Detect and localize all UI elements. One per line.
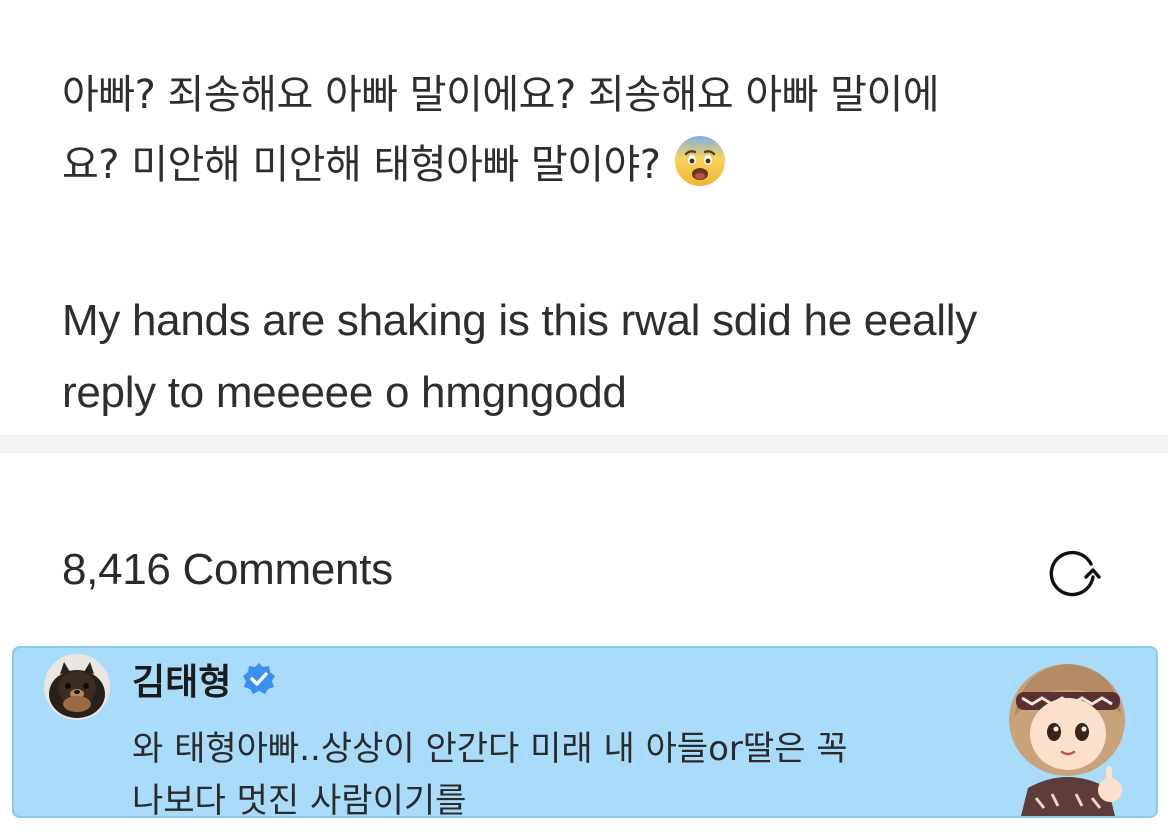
post-text-line: 요? 미안해 미안해 태형아빠 말이야? xyxy=(62,130,1122,200)
comment-author-row: 김태형 xyxy=(132,654,277,704)
comment-text-line: 나보다 멋진 사람이기를 xyxy=(132,781,467,818)
post-body: 아빠? 죄송해요 아빠 말이에요? 죄송해요 아빠 말이에 요? 미안해 미안해… xyxy=(62,60,1122,429)
avatar[interactable] xyxy=(44,654,110,720)
comment-text-line: 와 태형아빠..상상이 안간다 미래 내 아들or딸은 꼭 xyxy=(132,729,848,769)
section-divider xyxy=(0,435,1168,453)
anxious-face-emoji-icon xyxy=(674,136,725,186)
post-text-line: My hands are shaking is this rwal sdid h… xyxy=(62,296,977,345)
highlighted-comment[interactable]: 김태형 와 태형아빠..상상이 안간다 미래 내 아들or딸은 꼭 나보다 멋진… xyxy=(12,646,1158,818)
dog-avatar-image xyxy=(44,654,110,720)
comments-count: 8,416 Comments xyxy=(62,545,393,594)
post-text-line: 아빠? 죄송해요 아빠 말이에요? 죄송해요 아빠 말이에 xyxy=(62,72,940,118)
verified-badge-icon xyxy=(243,663,276,694)
post-text-line: reply to meeeee o hmgngodd xyxy=(62,368,627,417)
comment-author-name[interactable]: 김태형 xyxy=(132,653,231,705)
comments-header: 8,416 Comments xyxy=(62,540,1102,600)
post-text-segment: 요? 미안해 미안해 태형아빠 말이야? xyxy=(62,142,661,188)
refresh-icon[interactable] xyxy=(1044,544,1102,602)
comment-text: 와 태형아빠..상상이 안간다 미래 내 아들or딸은 꼭 나보다 멋진 사람이… xyxy=(132,723,972,818)
character-sticker-icon xyxy=(1009,664,1125,816)
